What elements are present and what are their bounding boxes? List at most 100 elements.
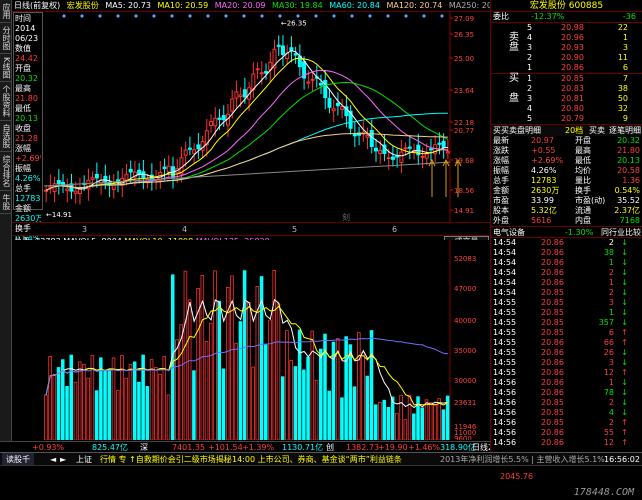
databox-item: 数值 [15,44,31,53]
news-ticker[interactable]: 行情 专 ↑自救期价会引二级市场揭秘 [100,453,232,465]
candle [128,168,133,173]
tick-time: 14:56 [493,418,517,427]
quote-row: 市盈 33.99 市盈(动) 35.52 [491,196,642,206]
volume-bar [115,390,120,440]
quote-value: +0.55 [531,146,556,155]
back-button[interactable]: 读股千 [2,453,34,465]
tick-time: 14:55 [493,328,517,337]
candle [335,102,340,107]
quote-row: 最新 20.97 开盘 20.32 [491,136,642,146]
date-axis: 3 4 5 6 [12,222,490,236]
sell-level: 1 20.86 6 [491,63,642,73]
candle [238,94,243,97]
quote-label-2: 量比 [575,176,591,185]
candle [403,147,408,150]
quote-label-2: 开盘 [575,136,591,145]
volume-bar [44,394,48,440]
candle [187,147,192,150]
y-tick-label: 20.77 [454,127,474,135]
sell-level: 盘 3 20.93 3 [491,43,642,53]
quote-value-2: 2.37亿 [614,206,640,215]
tick-time: 14:56 [493,378,517,387]
databox-item: 时间 [15,14,31,23]
candle [280,45,285,55]
tick-row: 14:55 20.86 3 ↓ [491,358,642,368]
status-bar: 读股千 ◄ ► 上证 行情 专 ↑自救期价会引二级市场揭秘 14:00 上市公司… [0,452,642,500]
candle [259,72,264,75]
candle [192,149,197,154]
tick-volume: 38 [603,248,614,257]
tick-direction-icon: ↑ [621,368,628,377]
sector-name[interactable]: 电气设备 [493,227,525,238]
tick-volume: 55 [603,428,614,437]
tick-volume: 2 [608,288,614,297]
left-tab-3[interactable]: 个股资料 [0,82,12,122]
sell-price: 20.98 [561,23,584,32]
buy-level: 盘 3 20.81 50 [491,94,642,104]
candle [289,47,294,52]
databox-item: 振幅 [15,164,31,173]
tick-direction-icon: ↓ [621,278,628,287]
index-value: +19.90 [378,443,408,452]
index-value: +1.46% [408,443,441,452]
left-tab-1[interactable]: 分时图 [0,23,12,54]
tick-row: 14:56 20.86 1 ↓ [491,378,642,388]
tick-direction-icon: ↑ [621,418,628,427]
tick-volume: 1 [608,378,614,387]
volume-bar [48,356,52,440]
left-tab-4[interactable]: 自选股 [0,121,12,153]
volume-bar [314,379,319,440]
tick-time: 14:55 [493,338,517,347]
index-value: 318.90亿 [440,443,476,452]
buy-level: 买 1 20.85 7 [491,74,642,84]
sector-compare-link[interactable]: 同行业比较 [601,227,641,238]
ma10-label: MA10: 20.59 [157,1,209,10]
tick-volume: 357 [598,318,614,327]
quote-value: +2.69% [531,156,564,165]
tick-volume: 66 [603,338,614,347]
candle [399,151,404,163]
tick-price: 20.86 [541,338,564,347]
buy-label-2: 盘 [509,93,519,104]
candle [319,82,324,86]
news-headline[interactable]: 14:00 上市公司、券商、基金谈“两市”利益链条 [232,453,402,465]
candle [306,81,311,84]
left-tab-5[interactable]: 综合排名 [0,152,12,192]
quote-label-2: 换手 [575,186,591,195]
tick-row: 14:56 20.86 12 ↑ [491,438,642,448]
candle [407,146,412,149]
prev-arrow-icon[interactable]: ◄ [50,453,56,465]
volume-bar [86,377,90,440]
kline-chart[interactable]: 27.0926.3525.0023.6422.1820.7719.6818.56… [12,12,490,222]
volume-bar [132,361,137,440]
tick-price: 20.85 [541,288,564,297]
databox-item: 最高 [15,84,31,93]
period-label[interactable]: 日线(前复权) [14,1,60,10]
left-tab-0[interactable]: 应用 [0,0,12,23]
quote-label: 市盈 [493,196,509,205]
tick-direction-icon: ↓ [621,248,628,257]
tick-row: 14:55 20.85 3 ↓ [491,298,642,308]
ticker-bar: 读股千 ◄ ► 上证 行情 专 ↑自救期价会引二级市场揭秘 14:00 上市公司… [0,453,642,466]
tick-price: 20.85 [541,308,564,317]
next-arrow-icon[interactable]: ► [60,453,66,465]
sell-volume: 11 [617,53,628,62]
tick-volume: 2 [608,268,614,277]
volume-bar [365,375,370,440]
quote-value: 5.32亿 [531,206,557,215]
left-tab-2[interactable]: K线图 [0,54,12,83]
volume-bar [352,386,357,440]
tick-time: 14:54 [493,258,517,267]
y-tick-label: 25.00 [454,55,474,63]
quote-row: 总手 12783 量比 1.36 [491,176,642,186]
volume-bar [247,302,251,440]
left-tab-6[interactable]: 牛股 [0,191,12,215]
volume-bar [441,409,446,440]
tick-list[interactable]: 14:54 20.86 2 ↓ 14:54 20.86 38 ↓ 14:54 20.86 1 ↓ 14:… [491,237,642,448]
high-marker: ←26.35 [281,20,307,28]
tick-time: 14:55 [493,298,517,307]
volume-chart[interactable]: 5208347000400003500030000236311194611000… [12,240,490,440]
tick-price: 20.85 [541,298,564,307]
quote-row: 振幅 4.26% 均价 20.58 [491,166,642,176]
quote-value-2: 35.52 [617,196,640,205]
